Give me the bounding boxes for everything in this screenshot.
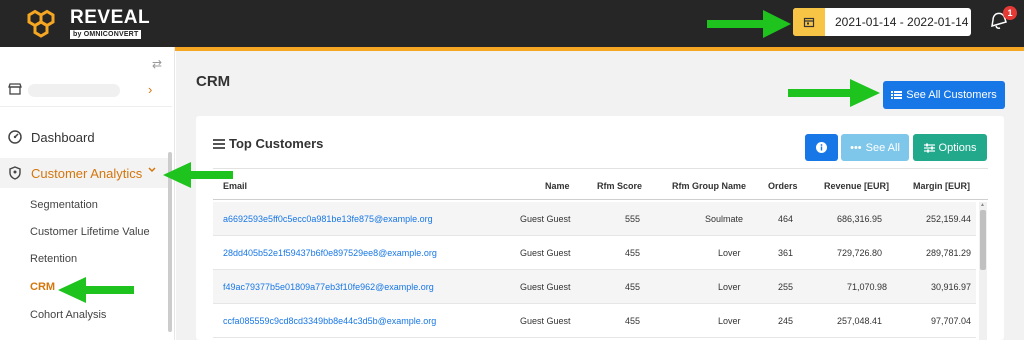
card-title: Top Customers [213,136,323,151]
margin-cell: 252,159.44 [926,214,972,224]
table-row: a6692593e5ff0c5ecc0a981be13fe875@example… [213,202,976,236]
orders-cell: 255 [778,282,794,292]
revenue-cell: 686,316.95 [837,214,883,224]
user-shield-icon [9,166,21,180]
sidebar-subitem-segmentation[interactable]: Segmentation [30,199,98,211]
chevron-right-icon[interactable]: › [148,82,152,97]
sidebar-subitem-crm[interactable]: CRM [30,281,55,293]
see-all-button[interactable]: ••• See All [841,134,909,161]
see-all-label: See All [865,141,900,154]
list-icon [891,91,903,99]
options-label: Options [938,141,977,154]
see-all-customers-button[interactable]: See All Customers [883,81,1005,109]
email-link[interactable]: ccfa085559c9cd8cd3349bb8e44c3d5b@example… [223,316,436,326]
sidebar-item-label: Customer Analytics [31,166,143,181]
table-row: f49ac79377b5e01809a77eb3f10fe962@example… [213,270,976,304]
name-cell: Guest Guest [520,248,571,258]
rfm-group-cell: Soulmate [705,214,744,224]
info-icon [816,142,827,153]
sliders-icon [923,143,935,152]
store-selector[interactable]: › [0,75,172,107]
table-row: ccfa085559c9cd8cd3349bb8e44c3d5b@example… [213,304,976,338]
name-cell: Guest Guest [520,282,571,292]
margin-cell: 97,707.04 [931,316,972,326]
sidebar-subitem-retention[interactable]: Retention [30,253,77,265]
options-button[interactable]: Options [913,134,987,161]
store-name-field[interactable] [28,84,120,97]
email-link[interactable]: a6692593e5ff0c5ecc0a981be13fe875@example… [223,214,433,224]
top-bar: REVEAL by OMNICONVERT 2021-01-14 - 2022-… [0,0,1024,47]
sidebar-subitem-cohort-analysis[interactable]: Cohort Analysis [30,309,106,321]
column-header-orders[interactable]: Orders [768,181,798,191]
annotation-arrow-right-icon [707,10,791,38]
store-icon [8,83,22,95]
revenue-cell: 257,048.41 [837,316,883,326]
column-header-rfm-score[interactable]: Rfm Score [597,181,642,191]
email-link[interactable]: 28dd405b52e1f59437b6f0e897529ee8@example… [223,248,437,258]
annotation-arrow-right-icon [788,79,880,107]
rfm-score-cell: 555 [625,214,641,224]
annotation-arrow-left-icon [163,162,233,188]
table-scroll-thumb[interactable] [980,210,986,270]
calendar-icon[interactable] [793,8,825,36]
rfm-group-cell: Lover [718,248,741,258]
sidebar-subitem-customer-lifetime-value[interactable]: Customer Lifetime Value [30,226,150,238]
brand-subtitle: by OMNICONVERT [70,30,142,39]
table-header: Email Name Rfm Score Rfm Group Name Orde… [213,168,988,200]
date-range-picker[interactable]: 2021-01-14 - 2022-01-14 [793,8,971,36]
sidebar-toggle-icon[interactable]: ⇄ [152,57,162,71]
notification-badge: 1 [1003,6,1017,20]
scroll-up-icon[interactable]: ▲ [980,202,985,208]
sidebar-item-customer-analytics[interactable]: Customer Analytics [0,158,172,188]
main-content: CRM See All Customers Top Customers ••• … [176,51,1024,340]
date-range-text[interactable]: 2021-01-14 - 2022-01-14 [835,15,968,29]
email-link[interactable]: f49ac79377b5e01809a77eb3f10fe962@example… [223,282,434,292]
name-cell: Guest Guest [520,214,571,224]
table-icon [213,138,225,149]
revenue-cell: 729,726.80 [837,248,883,258]
rfm-score-cell: 455 [625,316,641,326]
margin-cell: 30,916.97 [931,282,972,292]
rfm-group-cell: Lover [718,282,741,292]
brand-name: REVEAL [70,7,151,28]
see-all-customers-label: See All Customers [906,89,997,101]
gauge-icon [8,130,22,144]
table-row: 28dd405b52e1f59437b6f0e897529ee8@example… [213,236,976,270]
column-header-margin[interactable]: Margin [EUR] [913,181,970,191]
orders-cell: 464 [778,214,794,224]
column-header-rfm-group-name[interactable]: Rfm Group Name [672,181,746,191]
column-header-revenue[interactable]: Revenue [EUR] [824,181,889,191]
margin-cell: 289,781.29 [926,248,972,258]
rfm-score-cell: 455 [625,248,641,258]
column-header-name[interactable]: Name [545,181,570,191]
top-customers-card: Top Customers ••• See All Options Email … [196,116,1004,340]
page-title: CRM [196,73,231,90]
sidebar-item-dashboard[interactable]: Dashboard [0,122,172,152]
ellipsis-icon: ••• [850,141,862,154]
card-title-text: Top Customers [229,136,324,151]
chevron-down-icon[interactable] [148,166,156,174]
annotation-arrow-left-icon [58,277,134,303]
rfm-group-cell: Lover [718,316,741,326]
orders-cell: 361 [778,248,794,258]
orders-cell: 245 [778,316,794,326]
revenue-cell: 71,070.98 [847,282,888,292]
reveal-logo-icon[interactable] [22,5,64,41]
sidebar-item-label: Dashboard [31,130,95,145]
info-button[interactable] [805,134,838,161]
rfm-score-cell: 455 [625,282,641,292]
table-scrollbar[interactable]: ▲ [979,202,987,340]
name-cell: Guest Guest [520,316,571,326]
